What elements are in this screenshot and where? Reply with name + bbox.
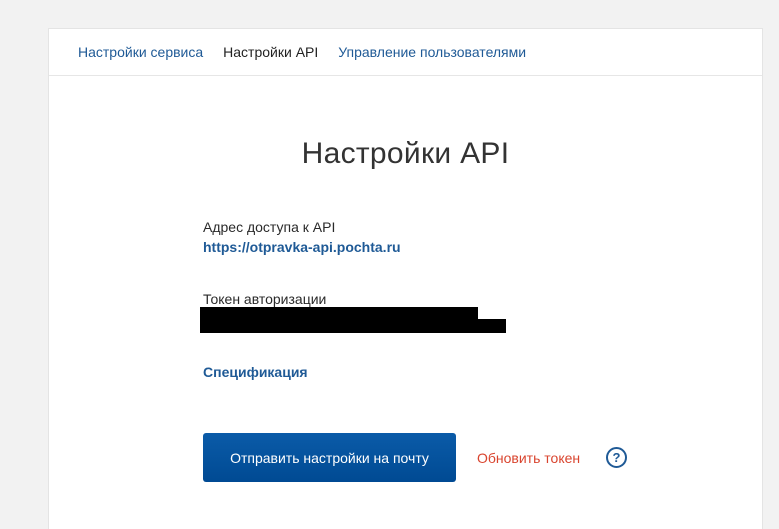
specification-link[interactable]: Спецификация: [203, 364, 308, 380]
api-address-link[interactable]: https://otpravka-api.pochta.ru: [203, 239, 401, 255]
page-title: Настройки API: [301, 137, 510, 170]
api-settings-card: Настройки сервиса Настройки API Управлен…: [48, 28, 763, 529]
help-icon[interactable]: ?: [606, 447, 627, 468]
api-address-label: Адрес доступа к API: [203, 219, 336, 235]
tab-user-management[interactable]: Управление пользователями: [338, 44, 526, 60]
refresh-token-link[interactable]: Обновить токен: [477, 450, 580, 466]
token-label: Токен авторизации: [203, 291, 327, 307]
tab-api-settings[interactable]: Настройки API: [223, 44, 318, 60]
settings-tabs: Настройки сервиса Настройки API Управлен…: [49, 29, 762, 76]
send-settings-email-button[interactable]: Отправить настройки на почту: [203, 433, 456, 482]
tab-service-settings[interactable]: Настройки сервиса: [78, 44, 203, 60]
token-redacted-block: [200, 319, 506, 333]
